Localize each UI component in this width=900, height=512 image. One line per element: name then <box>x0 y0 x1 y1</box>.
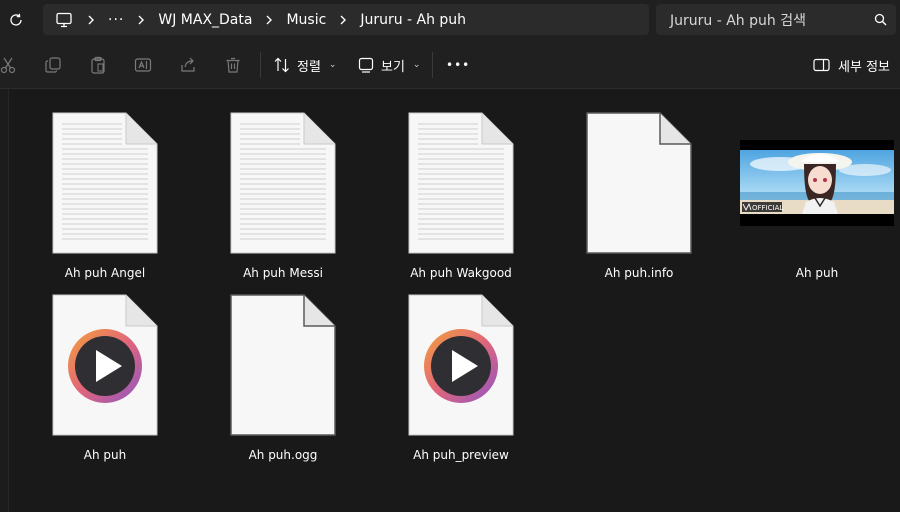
file-name: Ah puh <box>83 448 127 462</box>
command-bar: 정렬 ⌄ 보기 ⌄ ••• 세부 정보 <box>0 42 900 89</box>
more-options-button[interactable]: ••• <box>446 51 470 79</box>
copy-button[interactable] <box>41 53 65 77</box>
toolbar-separator <box>432 52 433 78</box>
scissors-icon <box>0 57 16 74</box>
this-pc-icon[interactable] <box>54 10 74 30</box>
refresh-button[interactable] <box>4 8 28 32</box>
text-document-icon <box>381 103 541 263</box>
view-menu-button[interactable]: 보기 ⌄ <box>357 51 420 79</box>
search-icon[interactable] <box>870 10 890 30</box>
file-name: Ah puh Angel <box>64 266 146 280</box>
breadcrumb-wjmax-data[interactable]: WJ MAX_Data <box>158 12 252 28</box>
details-label: 세부 정보 <box>838 59 890 75</box>
sort-label: 정렬 <box>297 59 321 75</box>
file-item[interactable]: Ah puh Angel <box>25 103 185 285</box>
toolbar-separator <box>260 52 261 78</box>
breadcrumb-music[interactable]: Music <box>286 12 326 28</box>
share-button[interactable] <box>176 53 200 77</box>
paste-button[interactable] <box>86 53 110 77</box>
chevron-down-icon: ⌄ <box>328 60 337 70</box>
cut-button[interactable] <box>0 53 20 77</box>
file-name: Ah puh.ogg <box>248 448 318 462</box>
search-box[interactable]: Jururu - Ah puh 검색 <box>656 4 896 35</box>
file-item[interactable]: Ah puh.ogg <box>203 285 363 467</box>
chevron-down-icon: ⌄ <box>412 60 421 70</box>
text-document-icon <box>25 103 185 263</box>
address-bar[interactable]: ··· WJ MAX_Data Music Jururu - Ah puh <box>43 4 649 35</box>
image-thumbnail-icon: OFFICIAL <box>737 103 897 263</box>
chevron-right-icon[interactable] <box>261 12 277 28</box>
file-grid: Ah puh Angel Ah puh Messi Ah puh Wakgood… <box>0 89 900 512</box>
file-name: Ah puh.info <box>604 266 674 280</box>
media-player-icon <box>25 285 185 445</box>
breadcrumb-overflow[interactable]: ··· <box>108 12 124 28</box>
more-options-icon: ••• <box>446 58 471 72</box>
breadcrumb-current-folder[interactable]: Jururu - Ah puh <box>360 12 466 28</box>
file-name: Ah puh_preview <box>413 448 509 462</box>
sort-menu-button[interactable]: 정렬 ⌄ <box>273 51 336 79</box>
delete-button[interactable] <box>221 53 245 77</box>
view-icon <box>358 57 374 73</box>
file-item[interactable]: Ah puh Wakgood <box>381 103 541 285</box>
address-bar-row: ··· WJ MAX_Data Music Jururu - Ah puh Ju… <box>0 0 900 42</box>
file-item[interactable]: OFFICIAL Ah puh <box>737 103 897 285</box>
official-badge-text: OFFICIAL <box>752 204 783 212</box>
rename-icon <box>134 58 152 72</box>
file-item[interactable]: Ah puh.info <box>559 103 719 285</box>
text-document-icon <box>203 103 363 263</box>
chevron-right-icon[interactable] <box>83 12 99 28</box>
clipboard-icon <box>91 56 105 74</box>
rename-button[interactable] <box>131 53 155 77</box>
file-name: Ah puh Messi <box>243 266 323 280</box>
blank-document-icon <box>559 103 719 263</box>
file-name: Ah puh Wakgood <box>410 266 512 280</box>
search-input[interactable]: Jururu - Ah puh 검색 <box>670 10 870 30</box>
view-label: 보기 <box>381 59 405 75</box>
details-pane-button[interactable]: 세부 정보 <box>813 51 890 79</box>
blank-document-icon <box>203 285 363 445</box>
media-player-icon <box>381 285 541 445</box>
file-name: Ah puh <box>795 266 839 280</box>
trash-icon <box>226 57 240 73</box>
chevron-right-icon[interactable] <box>133 12 149 28</box>
sort-icon <box>274 57 289 73</box>
chevron-right-icon[interactable] <box>335 12 351 28</box>
details-pane-icon <box>813 58 830 72</box>
share-icon <box>181 57 195 72</box>
file-item[interactable]: Ah puh <box>25 285 185 467</box>
copy-icon <box>45 57 61 73</box>
refresh-icon <box>10 13 22 26</box>
file-item[interactable]: Ah puh_preview <box>381 285 541 467</box>
file-item[interactable]: Ah puh Messi <box>203 103 363 285</box>
